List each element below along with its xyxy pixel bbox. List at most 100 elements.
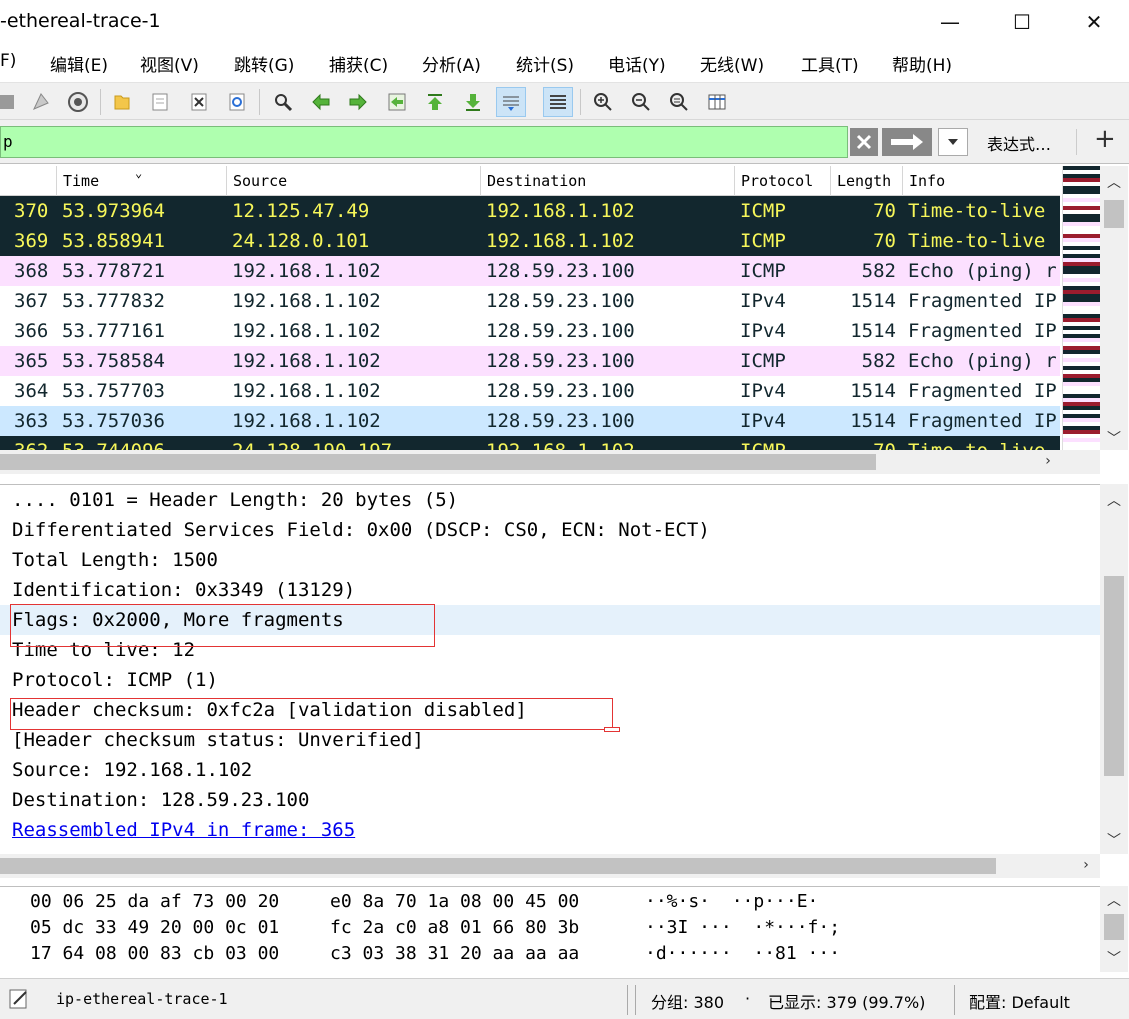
menu-help[interactable]: 帮助(H) xyxy=(892,51,952,76)
bytes-hex-row[interactable]: 00 06 25 da af 73 00 20 xyxy=(30,889,279,915)
scroll-thumb[interactable] xyxy=(1104,200,1124,228)
maximize-button[interactable]: ☐ xyxy=(986,0,1058,44)
packet-list-hscroll[interactable]: › xyxy=(0,450,1100,474)
go-forward-icon[interactable] xyxy=(343,87,373,117)
packet-length: 1514 xyxy=(850,410,896,432)
detail-dsfield[interactable]: Differentiated Services Field: 0x00 (DSC… xyxy=(0,515,1100,545)
column-protocol[interactable]: Protocol xyxy=(734,166,830,196)
reassembled-frame-link[interactable]: Reassembled IPv4 in frame: 365 xyxy=(0,815,1100,845)
scroll-down-icon[interactable]: ﹀ xyxy=(1104,428,1124,448)
zoom-out-icon[interactable] xyxy=(626,87,656,117)
scroll-thumb[interactable] xyxy=(1104,576,1124,776)
go-last-packet-icon[interactable] xyxy=(458,87,488,117)
menu-statistics[interactable]: 统计(S) xyxy=(516,51,574,76)
menu-wireless[interactable]: 无线(W) xyxy=(700,51,764,76)
detail-identification[interactable]: Identification: 0x3349 (13129) xyxy=(0,575,1100,605)
detail-total-length[interactable]: Total Length: 1500 xyxy=(0,545,1100,575)
auto-scroll-icon[interactable] xyxy=(496,87,526,117)
colorize-icon[interactable] xyxy=(543,87,573,117)
column-length[interactable]: Length xyxy=(830,166,902,196)
bytes-ascii-row[interactable]: ··3I ··· ·*···f·; xyxy=(645,915,840,941)
scroll-right-icon[interactable]: › xyxy=(1038,453,1058,469)
scroll-up-icon[interactable]: ︿ xyxy=(1104,172,1124,192)
details-hscroll[interactable]: › xyxy=(0,854,1100,878)
packet-row[interactable]: 366 53.777161 192.168.1.102 128.59.23.100 IP… xyxy=(0,316,1060,346)
open-file-icon[interactable] xyxy=(107,87,137,117)
scroll-thumb[interactable] xyxy=(1104,914,1124,940)
packet-row[interactable]: 362 53.744096 24.128.190.197 192.168.1.102 I… xyxy=(0,436,1060,450)
find-packet-icon[interactable] xyxy=(268,87,298,117)
bytes-hex-row[interactable]: fc 2a c0 a8 01 66 80 3b xyxy=(330,915,579,941)
packet-source: 192.168.1.102 xyxy=(232,320,381,342)
scroll-down-icon[interactable]: ﹀ xyxy=(1104,830,1124,850)
menu-edit[interactable]: 编辑(E) xyxy=(50,51,108,76)
menu-view[interactable]: 视图(V) xyxy=(140,51,199,76)
restart-capture-icon[interactable] xyxy=(26,87,56,117)
apply-filter-icon[interactable] xyxy=(882,128,932,156)
detail-header-length[interactable]: .... 0101 = Header Length: 20 bytes (5) xyxy=(0,485,1100,515)
zoom-normal-icon[interactable] xyxy=(664,87,694,117)
packet-row[interactable]: 363 53.757036 192.168.1.102 128.59.23.100 IP… xyxy=(0,406,1060,436)
zoom-in-icon[interactable] xyxy=(588,87,618,117)
packet-length: 70 xyxy=(873,200,896,222)
save-file-icon[interactable] xyxy=(145,87,175,117)
bytes-hex-row[interactable]: 05 dc 33 49 20 00 0c 01 xyxy=(30,915,279,941)
go-back-icon[interactable] xyxy=(306,87,336,117)
packet-row[interactable]: 369 53.858941 24.128.0.101 192.168.1.102 ICM… xyxy=(0,226,1060,256)
stop-capture-icon[interactable] xyxy=(0,87,22,117)
go-to-packet-icon[interactable] xyxy=(382,87,412,117)
packet-list: 370 53.973964 12.125.47.49 192.168.1.102 ICM… xyxy=(0,196,1060,450)
packet-row[interactable]: 364 53.757703 192.168.1.102 128.59.23.100 IP… xyxy=(0,376,1060,406)
scroll-up-icon[interactable]: ︿ xyxy=(1104,890,1124,910)
go-first-packet-icon[interactable] xyxy=(420,87,450,117)
profile-label[interactable]: 配置: Default xyxy=(969,989,1070,1013)
hscroll-thumb[interactable] xyxy=(0,858,996,874)
bytes-hex-row[interactable]: c3 03 38 31 20 aa aa aa xyxy=(330,941,579,967)
hscroll-thumb[interactable] xyxy=(0,454,876,470)
packet-row[interactable]: 368 53.778721 192.168.1.102 128.59.23.100 IC… xyxy=(0,256,1060,286)
expert-info-icon[interactable] xyxy=(6,986,34,1012)
expression-button[interactable]: 表达式… xyxy=(987,131,1051,155)
bytes-ascii-row[interactable]: ·d······ ··81 ··· xyxy=(645,941,840,967)
bytes-vscroll[interactable]: ︿ ﹀ xyxy=(1100,886,1128,972)
column-destination[interactable]: Destination xyxy=(480,166,734,196)
display-filter-input[interactable]: p xyxy=(0,126,848,158)
packet-length: 1514 xyxy=(850,320,896,342)
scroll-up-icon[interactable]: ︿ xyxy=(1104,490,1124,510)
filter-dropdown-icon[interactable] xyxy=(938,128,968,156)
bytes-hex-row[interactable]: 17 64 08 00 83 cb 03 00 xyxy=(30,941,279,967)
column-info[interactable]: Info xyxy=(902,166,1060,196)
resize-columns-icon[interactable] xyxy=(702,87,732,117)
packet-time: 53.758584 xyxy=(62,350,165,372)
column-time[interactable]: Time ⌄ xyxy=(56,166,226,196)
clear-filter-icon[interactable] xyxy=(850,128,878,156)
scroll-down-icon[interactable]: ﹀ xyxy=(1104,948,1124,968)
capture-options-icon[interactable] xyxy=(63,87,93,117)
menu-capture[interactable]: 捕获(C) xyxy=(329,51,388,76)
bytes-ascii-row[interactable]: ··%·s· ··p···E· xyxy=(645,889,818,915)
display-filter-bar: p 表达式… + xyxy=(0,120,1129,164)
packet-row[interactable]: 370 53.973964 12.125.47.49 192.168.1.102 ICM… xyxy=(0,196,1060,226)
menu-go[interactable]: 跳转(G) xyxy=(234,51,294,76)
menu-tools[interactable]: 工具(T) xyxy=(801,51,859,76)
bytes-hex-row[interactable]: e0 8a 70 1a 08 00 45 00 xyxy=(330,889,579,915)
add-filter-button[interactable]: + xyxy=(1094,124,1116,154)
details-vscroll[interactable]: ︿ ﹀ xyxy=(1100,484,1128,854)
packet-row[interactable]: 367 53.777832 192.168.1.102 128.59.23.100 IP… xyxy=(0,286,1060,316)
packet-row[interactable]: 365 53.758584 192.168.1.102 128.59.23.100 IC… xyxy=(0,346,1060,376)
column-no[interactable] xyxy=(0,166,56,196)
scroll-right-icon[interactable]: › xyxy=(1076,857,1096,873)
detail-source[interactable]: Source: 192.168.1.102 xyxy=(0,755,1100,785)
minimize-button[interactable]: — xyxy=(914,0,986,44)
menu-analyze[interactable]: 分析(A) xyxy=(422,51,481,76)
detail-protocol[interactable]: Protocol: ICMP (1) xyxy=(0,665,1100,695)
detail-destination[interactable]: Destination: 128.59.23.100 xyxy=(0,785,1100,815)
menu-file[interactable]: F) xyxy=(0,51,16,71)
menu-telephony[interactable]: 电话(Y) xyxy=(608,51,666,76)
packet-list-minimap[interactable] xyxy=(1062,166,1100,450)
close-button[interactable]: ✕ xyxy=(1058,0,1129,44)
column-source[interactable]: Source xyxy=(226,166,480,196)
packet-list-vscroll[interactable]: ︿ ﹀ xyxy=(1100,166,1128,450)
close-file-icon[interactable] xyxy=(184,87,214,117)
reload-file-icon[interactable] xyxy=(222,87,252,117)
